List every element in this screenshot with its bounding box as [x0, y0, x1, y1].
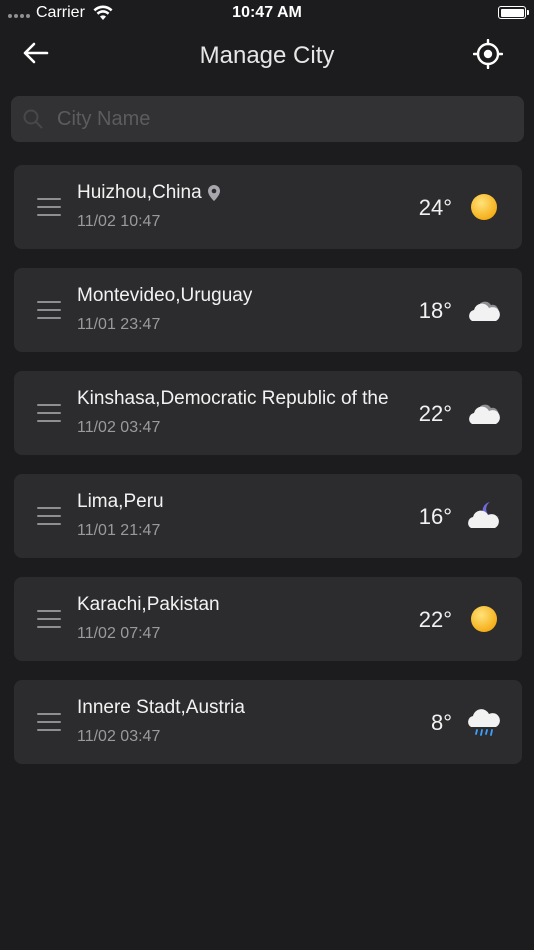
city-list: Huizhou,China 11/02 10:47 24° Montevideo… [14, 165, 522, 783]
city-name-row: Karachi,Pakistan [77, 594, 220, 616]
city-card[interactable]: Montevideo,Uruguay 11/01 23:47 18° [14, 268, 522, 352]
city-time: 11/02 03:47 [77, 728, 161, 745]
rain-icon [468, 709, 500, 736]
crosshair-icon [473, 39, 503, 69]
city-temp: 22° [418, 401, 452, 426]
drag-handle-icon[interactable] [37, 507, 61, 525]
city-name: Huizhou,China [77, 182, 202, 203]
drag-handle-icon[interactable] [37, 713, 61, 731]
cloudy-night-icon [468, 502, 499, 528]
city-name-row: Huizhou,China [77, 182, 222, 204]
cloudy-icon [469, 404, 500, 424]
drag-handle-icon[interactable] [37, 198, 61, 216]
city-name-row: Montevideo,Uruguay [77, 285, 252, 307]
city-time: 11/02 03:47 [77, 419, 161, 436]
city-name: Karachi,Pakistan [77, 594, 220, 615]
cloudy-icon [469, 301, 500, 321]
nav-bar: Manage City [0, 30, 534, 80]
city-card[interactable]: Kinshasa,Democratic Republic of the 11/0… [14, 371, 522, 455]
city-card[interactable]: Karachi,Pakistan 11/02 07:47 22° [14, 577, 522, 661]
city-name-row: Kinshasa,Democratic Republic of the [77, 388, 389, 410]
page-title: Manage City [199, 42, 335, 69]
search-icon [23, 109, 43, 129]
city-name: Kinshasa,Democratic Republic of the [77, 388, 389, 409]
city-card[interactable]: Innere Stadt,Austria 11/02 03:47 8° [14, 680, 522, 764]
drag-handle-icon[interactable] [37, 301, 61, 319]
search-input[interactable] [55, 106, 524, 132]
sunny-icon [471, 194, 497, 220]
city-temp: 22° [418, 607, 452, 632]
status-bar: Carrier 10:47 AM [0, 0, 534, 28]
city-name-row: Innere Stadt,Austria [77, 697, 245, 719]
city-time: 11/02 10:47 [77, 213, 161, 230]
city-time: 11/01 23:47 [77, 316, 161, 333]
city-temp: 24° [418, 195, 452, 220]
city-temp: 8° [430, 710, 452, 735]
city-temp: 18° [418, 298, 452, 323]
search-box[interactable] [11, 96, 524, 142]
locate-button[interactable] [472, 38, 504, 70]
city-name: Montevideo,Uruguay [77, 285, 253, 306]
status-time: 10:47 AM [232, 4, 302, 21]
drag-handle-icon[interactable] [37, 610, 61, 628]
location-pin-icon [207, 185, 220, 201]
city-name-row: Lima,Peru [77, 491, 164, 513]
city-time: 11/01 21:47 [77, 522, 161, 539]
city-card[interactable]: Lima,Peru 11/01 21:47 16° [14, 474, 522, 558]
city-card[interactable]: Huizhou,China 11/02 10:47 24° [14, 165, 522, 249]
sunny-icon [471, 606, 497, 632]
drag-handle-icon[interactable] [37, 404, 61, 422]
battery-icon [498, 6, 529, 19]
city-name: Innere Stadt,Austria [77, 697, 245, 718]
city-time: 11/02 07:47 [77, 625, 161, 642]
city-temp: 16° [418, 504, 452, 529]
city-name: Lima,Peru [77, 491, 164, 512]
